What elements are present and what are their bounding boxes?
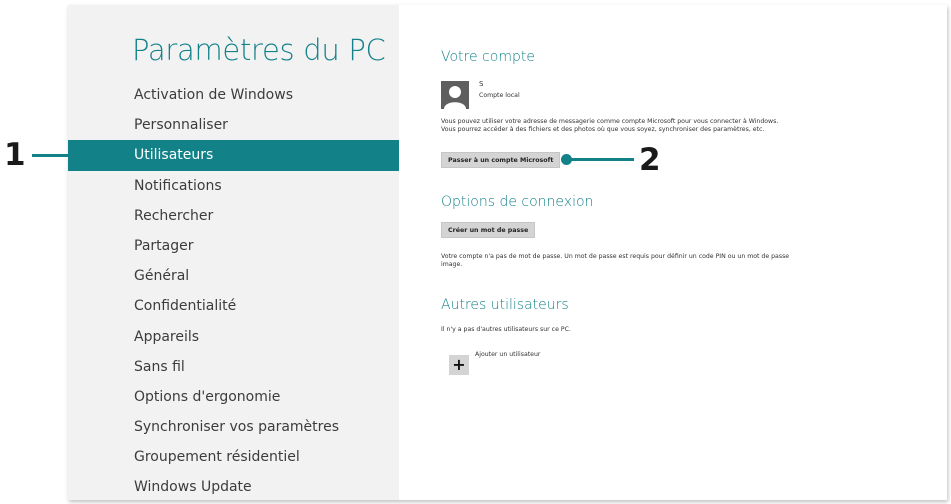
add-user-label[interactable]: Ajouter un utilisateur (475, 351, 540, 359)
add-user-icon[interactable]: + (449, 355, 469, 375)
nav-item-sync-settings[interactable]: Synchroniser vos paramètres (68, 412, 399, 442)
settings-content-pane: Votre compte S Compte local Vous pouvez … (399, 5, 947, 500)
your-account-title: Votre compte (441, 49, 535, 65)
signin-description: Votre compte n'a pas de mot de passe. Un… (441, 253, 790, 268)
callout-number-1: 1 (4, 137, 26, 173)
nav-item-devices[interactable]: Appareils (68, 322, 399, 352)
other-users-title: Autres utilisateurs (441, 297, 569, 313)
nav-item-share[interactable]: Partager (68, 231, 399, 261)
settings-nav-list: Activation de Windows Personnaliser Util… (68, 80, 399, 500)
no-other-users-text: Il n'y a pas d'autres utilisateurs sur c… (441, 326, 571, 333)
account-description: Vous pouvez utiliser votre adresse de me… (441, 118, 779, 133)
nav-item-notifications[interactable]: Notifications (68, 171, 399, 201)
nav-item-homegroup[interactable]: Groupement résidentiel (68, 442, 399, 472)
nav-item-general[interactable]: Général (68, 261, 399, 291)
user-name: S (479, 80, 484, 88)
account-type: Compte local (479, 92, 520, 99)
nav-item-windows-update[interactable]: Windows Update (68, 472, 399, 500)
nav-item-wireless[interactable]: Sans fil (68, 352, 399, 382)
pc-settings-window: Paramètres du PC Activation de Windows P… (68, 5, 947, 500)
callout-dot-1 (115, 150, 126, 161)
nav-item-personalize[interactable]: Personnaliser (68, 110, 399, 140)
create-password-button[interactable]: Créer un mot de passe (441, 222, 536, 238)
settings-nav-pane: Paramètres du PC Activation de Windows P… (68, 5, 399, 500)
nav-item-activation[interactable]: Activation de Windows (68, 80, 399, 110)
app-title: Paramètres du PC (132, 33, 386, 67)
callout-line-1 (32, 154, 120, 157)
nav-item-privacy[interactable]: Confidentialité (68, 291, 399, 321)
callout-line-2 (566, 158, 634, 161)
nav-item-ease-of-access[interactable]: Options d'ergonomie (68, 382, 399, 412)
signin-options-title: Options de connexion (441, 194, 594, 210)
callout-number-2: 2 (639, 142, 661, 178)
user-avatar-icon (441, 81, 469, 109)
nav-item-search[interactable]: Rechercher (68, 201, 399, 231)
switch-to-microsoft-account-button[interactable]: Passer à un compte Microsoft (441, 152, 561, 168)
